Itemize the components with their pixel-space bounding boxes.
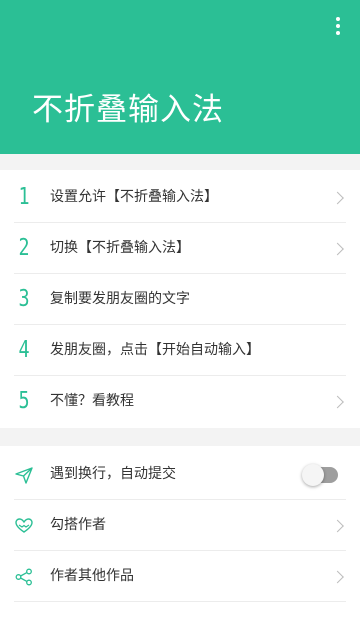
divider: [14, 601, 346, 602]
chevron-right-icon: [331, 519, 344, 532]
auto-submit-toggle[interactable]: [302, 463, 338, 486]
step-number: 3: [18, 286, 30, 312]
step-label: 切换【不折叠输入法】: [50, 240, 190, 256]
other-works-row[interactable]: 作者其他作品: [0, 551, 360, 602]
chevron-right-icon: [331, 570, 344, 583]
toggle-knob: [302, 463, 324, 486]
app-title: 不折叠输入法: [32, 92, 224, 128]
step-label: 设置允许【不折叠输入法】: [50, 189, 218, 205]
settings-card: 遇到换行，自动提交 勾搭作者 作者其他作品: [0, 446, 360, 617]
heart-hands-icon: [15, 517, 33, 533]
auto-submit-row[interactable]: 遇到换行，自动提交: [0, 449, 360, 500]
chevron-right-icon: [331, 395, 344, 408]
more-vert-icon[interactable]: [330, 14, 346, 38]
step-row-5[interactable]: 5 不懂？看教程: [0, 376, 360, 427]
chevron-right-icon: [331, 191, 344, 204]
step-row-4[interactable]: 4 发朋友圈，点击【开始自动输入】: [0, 325, 360, 376]
setting-label: 作者其他作品: [50, 568, 134, 584]
app-header: 不折叠输入法: [0, 0, 360, 154]
setting-label: 遇到换行，自动提交: [50, 466, 176, 482]
contact-author-row[interactable]: 勾搭作者: [0, 500, 360, 551]
step-number: 4: [18, 337, 30, 363]
step-label: 复制要发朋友圈的文字: [50, 291, 190, 307]
step-row-3[interactable]: 3 复制要发朋友圈的文字: [0, 274, 360, 325]
chevron-right-icon: [331, 242, 344, 255]
step-label: 发朋友圈，点击【开始自动输入】: [50, 342, 260, 358]
step-row-2[interactable]: 2 切换【不折叠输入法】: [0, 223, 360, 274]
setting-label: 勾搭作者: [50, 517, 106, 533]
step-row-1[interactable]: 1 设置允许【不折叠输入法】: [0, 172, 360, 223]
step-label: 不懂？看教程: [50, 393, 134, 409]
steps-card: 1 设置允许【不折叠输入法】 2 切换【不折叠输入法】 3 复制要发朋友圈的文字…: [0, 170, 360, 428]
share-icon: [15, 568, 32, 585]
step-number: 2: [18, 235, 30, 261]
step-number: 5: [18, 388, 30, 414]
send-icon: [15, 466, 33, 484]
step-number: 1: [18, 184, 30, 210]
